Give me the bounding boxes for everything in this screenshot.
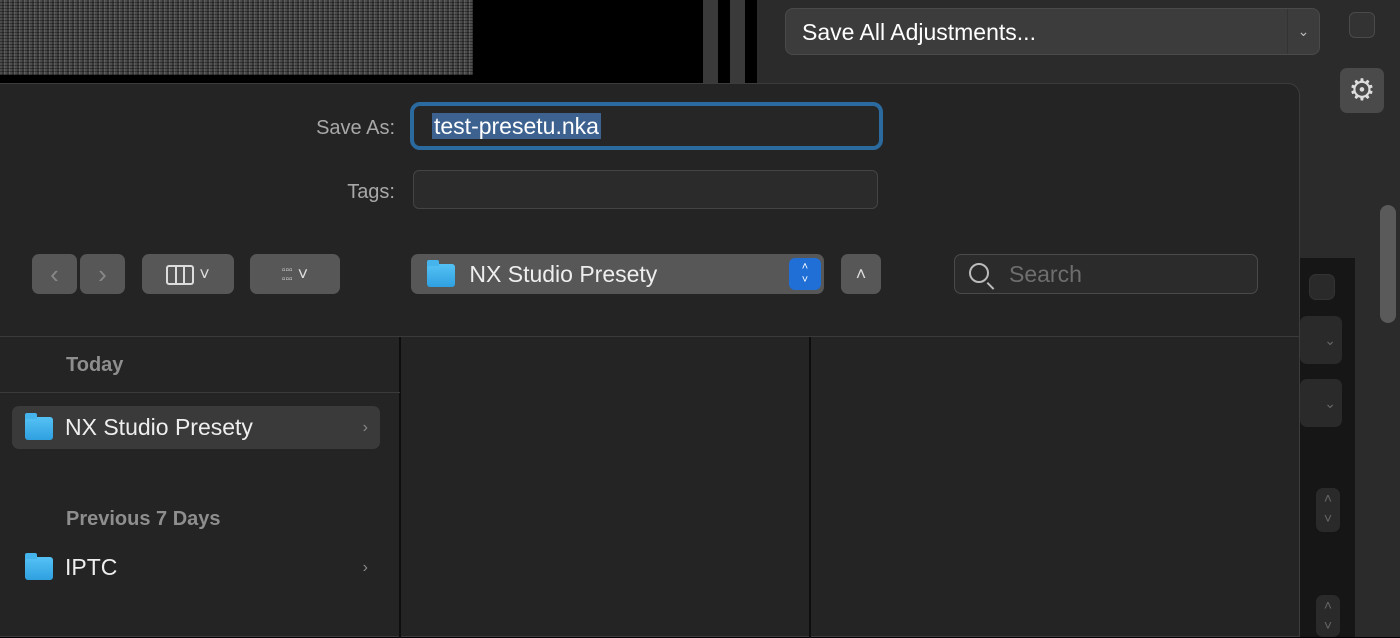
search-placeholder: Search [1009,261,1082,287]
gear-icon[interactable]: ⚙ [1340,68,1384,113]
tags-label: Tags: [347,181,395,203]
save-as-input[interactable]: test-presetu.nka [410,102,883,150]
location-label: NX Studio Presety [469,261,658,287]
search-icon [969,263,989,283]
chevron-down-icon: ⌄ [1287,9,1319,54]
forward-button[interactable]: › [80,254,125,294]
stepper-icon[interactable]: ˄ ˅ [1316,488,1340,532]
view-mode-button[interactable]: ˅ [142,254,234,294]
divider [0,392,400,393]
save-adjustments-menu[interactable]: Save All Adjustments... ⌄ [785,8,1320,55]
panel-divider[interactable] [730,0,745,83]
checkbox[interactable] [1309,274,1335,300]
photo-thumbnail [0,0,473,75]
save-adjustments-label: Save All Adjustments... [802,19,1036,45]
chevron-down-icon: ˅ [297,264,309,284]
dropdown-chevron-icon[interactable]: ⌄ [1300,316,1342,364]
tags-input[interactable] [413,170,878,209]
folder-icon [25,553,53,581]
stepper-icon[interactable]: ˄ ˅ [1316,595,1340,637]
dropdown-chevron-icon[interactable]: ⌄ [1300,379,1342,427]
subpanel [1300,258,1355,637]
section-previous-7-days: Previous 7 Days [66,508,221,530]
save-as-label: Save As: [316,117,395,139]
location-popup[interactable]: NX Studio Presety ˄ ˅ [411,254,824,294]
column-divider[interactable] [809,337,811,638]
list-item-nx-studio-presety[interactable]: NX Studio Presety › [12,406,380,449]
section-today: Today [66,354,124,376]
chevron-up-icon: ˄ [855,264,867,284]
chevron-right-icon: › [362,419,368,436]
divider [0,336,1300,337]
chevron-left-icon: ‹ [50,259,59,289]
item-label: NX Studio Presety [65,414,253,440]
back-button[interactable]: ‹ [32,254,77,294]
column-divider[interactable] [399,337,401,638]
folder-icon [427,260,455,288]
filename-text: test-presetu.nka [432,113,601,139]
list-item-iptc[interactable]: IPTC › [12,546,380,589]
chevron-down-icon: ˅ [199,264,210,284]
save-dialog: Save As: test-presetu.nka Tags: ‹ › ˅ ▫▫… [0,83,1300,638]
item-label: IPTC [65,554,118,580]
folder-icon [25,413,53,441]
grid-group-icon: ▫▫▫ ▫▫▫ [281,265,293,286]
columns-view-icon [166,265,195,286]
scrollbar[interactable] [1380,205,1396,323]
group-button[interactable]: ▫▫▫ ▫▫▫ ˅ [250,254,340,294]
panel-divider[interactable] [703,0,718,83]
search-input[interactable]: Search [954,254,1258,294]
checkbox[interactable] [1349,12,1375,38]
chevron-right-icon: › [362,559,368,576]
chevron-right-icon: › [98,259,107,289]
chevron-up-down-icon: ˄ ˅ [789,258,821,290]
expand-button[interactable]: ˄ [841,254,881,294]
